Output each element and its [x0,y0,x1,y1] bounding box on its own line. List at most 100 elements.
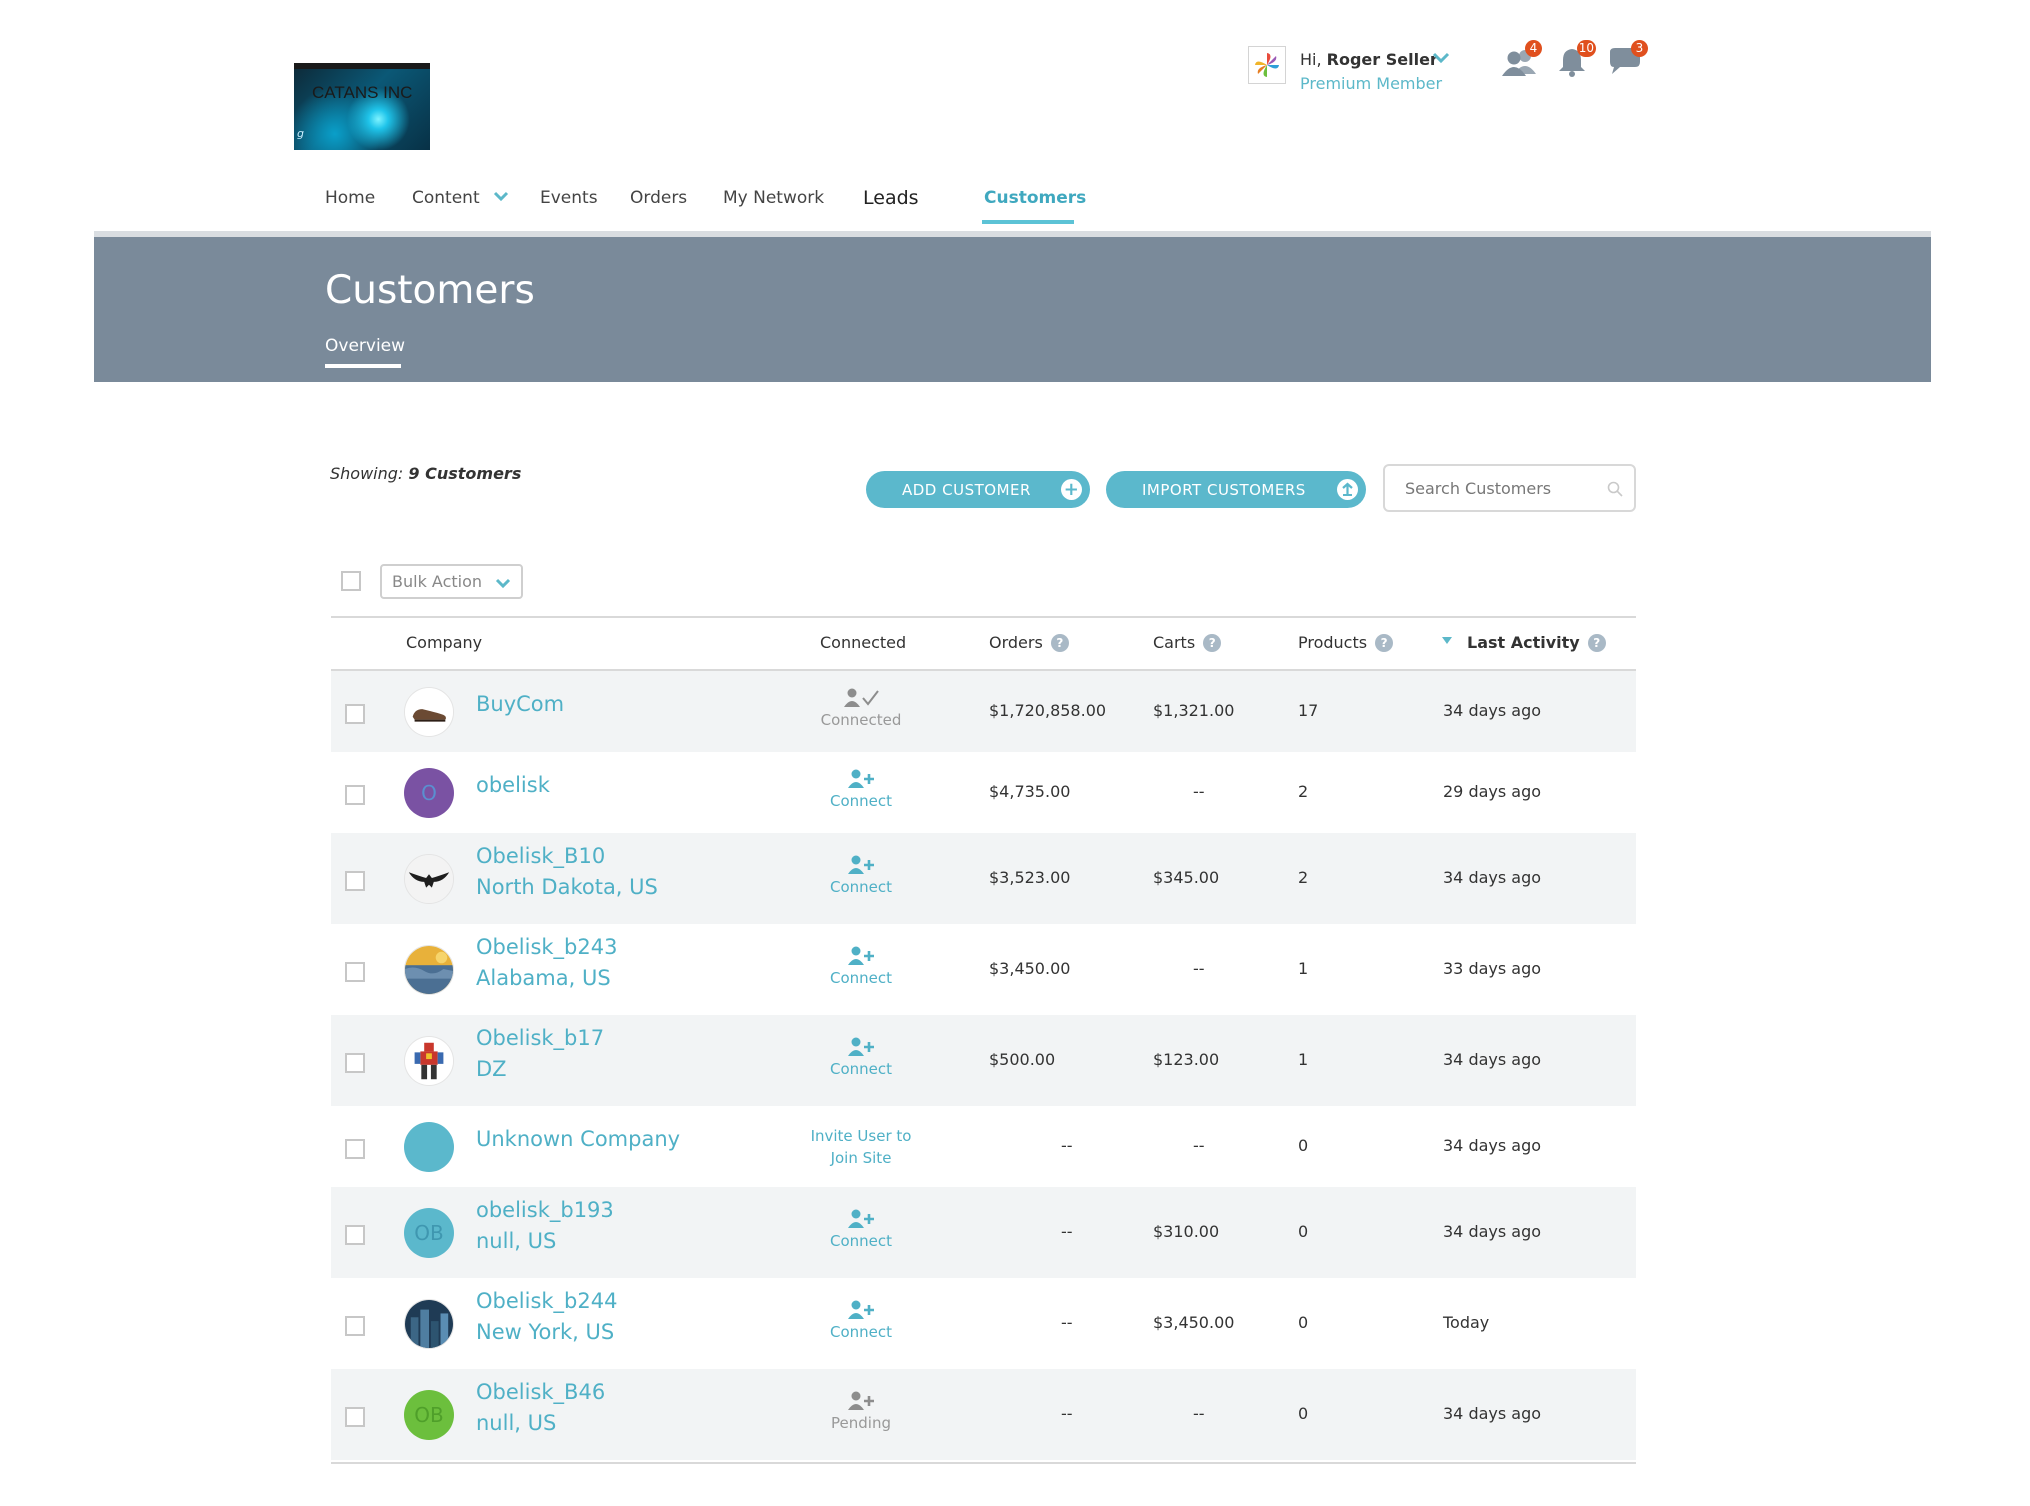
tab-overview[interactable]: Overview [325,336,405,356]
invite-user-link[interactable]: Invite User to Join Site [801,1125,921,1169]
company-avatar: OB [404,1389,454,1440]
nav-active-underline [982,220,1074,224]
nav-customers[interactable]: Customers [984,188,1086,208]
nav-content-label: Content [412,188,480,208]
row-checkbox[interactable] [345,870,365,891]
network-users-icon[interactable]: 4 [1500,40,1544,80]
last-activity-value: 34 days ago [1443,1221,1542,1241]
last-activity-value: 34 days ago [1443,1135,1542,1155]
add-customer-button[interactable]: ADD CUSTOMER + [866,471,1090,508]
company-name-link[interactable]: Unknown Company [476,1127,680,1151]
last-activity-value: 33 days ago [1443,958,1542,978]
row-checkbox[interactable] [345,784,365,805]
table-row[interactable]: OB obelisk_b193 null, US Connect -- $310.00 0 3… [331,1187,1636,1278]
nav-my-network[interactable]: My Network [723,188,824,208]
logo-text: CATANS INC [312,83,413,102]
company-name-link[interactable]: Obelisk_b243 [476,935,617,959]
connection-status-label: Connect [829,1059,893,1078]
row-checkbox[interactable] [345,1138,365,1159]
company-name-link[interactable]: Obelisk_b244 [476,1289,617,1313]
table-row[interactable]: Obelisk_b17 DZ Connect $500.00 $123.00 1 34 da… [331,1015,1636,1106]
page-title: Customers [325,268,535,313]
nav-orders[interactable]: Orders [630,188,687,208]
user-check-icon [844,688,879,707]
col-orders[interactable]: Orders? [989,633,1069,652]
bulk-action-select[interactable]: Bulk Action [380,564,523,599]
table-row[interactable]: Oobelisk Connect $4,735.00 -- 2 29 days ago [331,752,1636,833]
help-icon[interactable]: ? [1203,634,1222,652]
pinwheel-icon [1255,53,1279,77]
products-value: 1 [1298,958,1309,978]
col-connected[interactable]: Connected [820,633,906,652]
col-last-activity[interactable]: Last Activity? [1441,633,1606,652]
add-customer-label: ADD CUSTOMER [902,480,1031,499]
company-name-link[interactable]: Obelisk_B46 [476,1380,605,1404]
avatar-initials: O [421,780,437,805]
last-activity-value: 34 days ago [1443,700,1542,720]
row-checkbox[interactable] [345,961,365,982]
user-menu-chevron-icon[interactable] [1432,49,1450,68]
table-row[interactable]: Unknown Company Invite User to Join Site -… [331,1106,1636,1187]
connect-button[interactable]: Connect [771,1208,951,1250]
connect-button[interactable]: Connect [771,945,951,987]
orders-value: $1,720,858.00 [989,700,1107,720]
company-logo[interactable]: CATANS INC g [294,63,430,150]
nav-content[interactable]: Content [412,188,509,208]
user-add-icon [848,1037,874,1056]
nav-events[interactable]: Events [540,188,598,208]
row-checkbox[interactable] [345,1315,365,1336]
chevron-down-icon [495,578,511,589]
table-row[interactable]: BuyCom Connected $1,720,858.00 $1,321.00 17 3… [331,671,1636,752]
col-products[interactable]: Products? [1298,633,1394,652]
company-name-link[interactable]: BuyCom [476,692,564,716]
connect-button[interactable]: Connect [771,854,951,896]
row-checkbox[interactable] [345,1052,365,1073]
col-products-label: Products [1298,633,1368,652]
connect-button[interactable]: Connect [771,1299,951,1341]
company-avatar [404,944,454,995]
connect-button[interactable]: Connect [771,768,951,810]
search-icon[interactable] [1606,480,1624,498]
bulk-action-label: Bulk Action [392,572,483,591]
last-activity-value: 34 days ago [1443,867,1542,887]
products-value: 1 [1298,1049,1309,1069]
select-all-checkbox[interactable] [341,571,361,591]
user-avatar[interactable] [1248,46,1286,84]
col-carts[interactable]: Carts? [1153,633,1222,652]
connection-status-label: Connected [820,710,902,729]
carts-value: -- [1193,781,1205,801]
help-icon[interactable]: ? [1587,634,1606,652]
row-checkbox[interactable] [345,1224,365,1245]
import-customers-button[interactable]: IMPORT CUSTOMERS [1106,471,1366,508]
company-location: North Dakota, US [476,874,658,899]
table-row[interactable]: Obelisk_b244 New York, US Connect -- $3,450.… [331,1278,1636,1369]
table-row[interactable]: Obelisk_B10 North Dakota, US Connect $3,523… [331,833,1636,924]
company-name-link[interactable]: obelisk_b193 [476,1198,614,1222]
connection-status: Pending [771,1390,951,1432]
table-row[interactable]: Obelisk_b243 Alabama, US Connect $3,450.00 -… [331,924,1636,1015]
company-name-link[interactable]: Obelisk_b17 [476,1026,604,1050]
help-icon[interactable]: ? [1375,634,1394,652]
network-badge: 4 [1525,40,1542,57]
products-value: 2 [1298,867,1309,887]
bell-icon[interactable]: 10 [1554,40,1598,80]
company-name-link[interactable]: obelisk [476,773,550,797]
user-add-icon [848,1209,874,1228]
sort-desc-icon [1442,637,1452,644]
carts-value: -- [1193,1135,1205,1155]
table-row[interactable]: OB Obelisk_B46 null, US Pending -- -- 0 34 days… [331,1369,1636,1460]
products-value: 2 [1298,781,1309,801]
row-checkbox[interactable] [345,703,365,724]
search-input[interactable] [1403,478,1607,499]
nav-home[interactable]: Home [325,188,375,208]
table-bottom-border [331,1462,1636,1464]
help-icon[interactable]: ? [1050,634,1069,652]
carts-value: $3,450.00 [1153,1312,1235,1332]
col-company[interactable]: Company [406,633,482,652]
nav-leads[interactable]: Leads [863,187,919,209]
row-checkbox[interactable] [345,1406,365,1427]
connect-button[interactable]: Connect [771,1036,951,1078]
chat-icon[interactable]: 3 [1606,40,1650,80]
company-name-link[interactable]: Obelisk_B10 [476,844,605,868]
company-location: null, US [476,1410,557,1435]
